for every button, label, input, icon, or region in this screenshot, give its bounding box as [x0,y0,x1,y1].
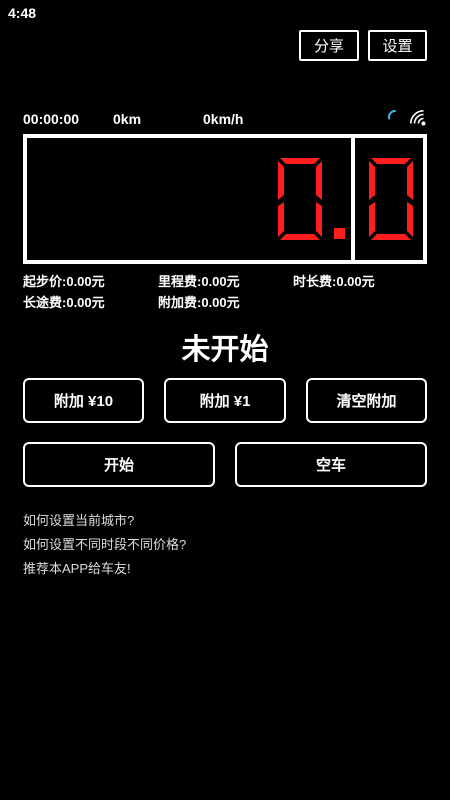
add-10-button[interactable]: 附加 ¥10 [23,378,144,423]
gps-signal-icon [410,110,427,127]
vacant-button[interactable]: 空车 [235,442,427,487]
start-fee: 起步价:0.00元 [23,274,105,289]
recommend-link[interactable]: 推荐本APP给车友! [23,558,131,577]
status-time: 4:48 [8,5,37,21]
distance-readout: 0km [113,111,142,127]
time-fee: 时长费:0.00元 [293,274,375,289]
add-1-button[interactable]: 附加 ¥1 [164,378,286,423]
share-button[interactable]: 分享 [299,30,359,61]
clear-extra-button[interactable]: 清空附加 [306,378,427,423]
fare-decimal-digit [363,158,419,240]
speed-readout: 0km/h [203,111,244,127]
help-link-city[interactable]: 如何设置当前城市? [23,510,134,529]
start-button[interactable]: 开始 [23,442,215,487]
extra-fee: 附加费:0.00元 [158,295,240,310]
duration-readout: 00:00:00 [23,111,80,127]
loading-spinner-icon [388,110,402,124]
long-distance-fee: 长途费:0.00元 [23,295,105,310]
mileage-fee: 里程费:0.00元 [158,274,240,289]
trip-status: 未开始 [181,334,269,366]
fare-integer-digit [272,158,352,240]
help-link-pricing[interactable]: 如何设置不同时段不同价格? [23,534,186,553]
settings-button[interactable]: 设置 [368,30,427,61]
